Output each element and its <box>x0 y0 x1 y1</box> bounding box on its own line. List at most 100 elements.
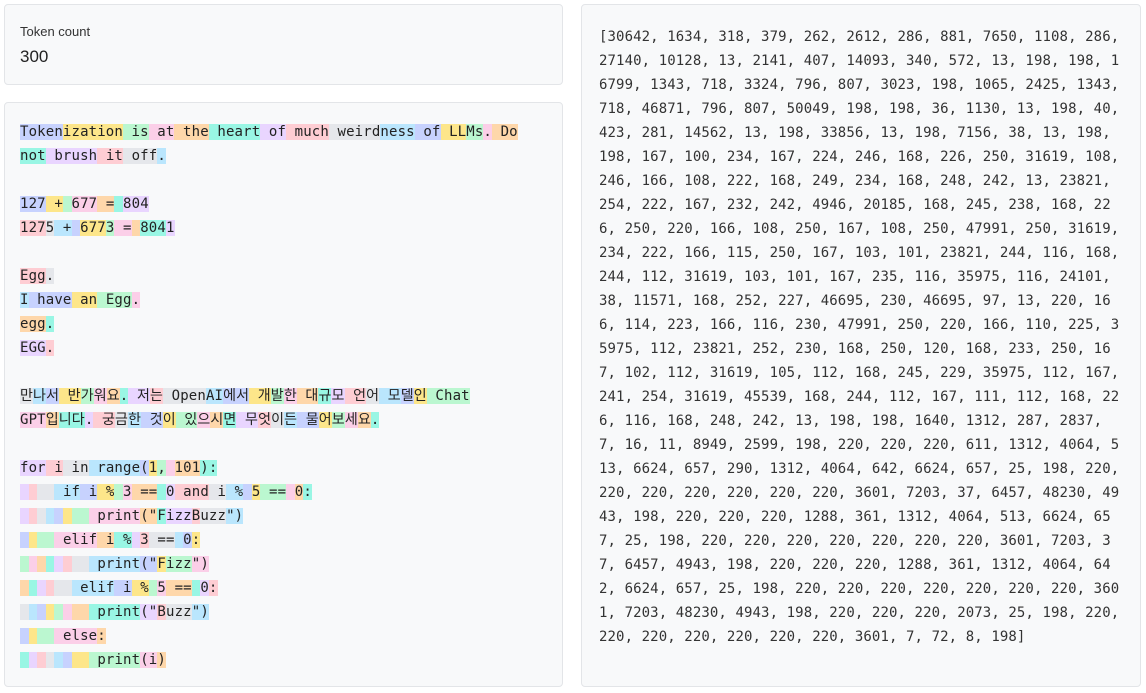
token: and <box>174 484 209 500</box>
token: ") <box>191 604 209 620</box>
token: 이 <box>162 412 176 428</box>
token: off <box>122 148 158 164</box>
token: ") <box>191 556 209 572</box>
token <box>157 484 166 500</box>
token: in <box>62 460 89 476</box>
token: 입 <box>45 412 59 428</box>
token: 발 <box>270 388 284 404</box>
token: 인 <box>413 388 427 404</box>
token: = <box>114 220 132 236</box>
token: print <box>88 604 141 620</box>
token: 워 <box>93 388 107 404</box>
token <box>20 628 29 644</box>
token: i <box>208 484 227 500</box>
token: i <box>45 460 63 476</box>
token: the <box>174 124 209 140</box>
token <box>71 652 89 668</box>
token-count-value: 300 <box>20 47 49 66</box>
token: i <box>97 532 115 548</box>
token: % <box>226 484 244 500</box>
token: print <box>88 652 141 668</box>
token <box>54 652 63 668</box>
token: 3 <box>140 532 149 548</box>
token <box>71 604 89 620</box>
token <box>71 220 81 236</box>
token: . <box>370 412 380 428</box>
token <box>37 628 55 644</box>
token: egg <box>20 316 46 332</box>
token: i <box>114 580 132 596</box>
token <box>37 484 55 500</box>
token: = <box>97 196 115 212</box>
token: : <box>303 484 312 500</box>
token: 나 <box>33 388 47 404</box>
token: 가 <box>80 388 94 404</box>
token: 니다 <box>58 412 85 428</box>
token <box>54 604 63 620</box>
token: == <box>165 580 192 596</box>
token: EGG <box>20 340 46 356</box>
token: (" <box>140 508 158 524</box>
token: . <box>483 124 493 140</box>
token: heart <box>208 124 261 140</box>
token: i <box>80 484 98 500</box>
token: 1 <box>165 220 175 236</box>
token: + <box>54 220 72 236</box>
token: Do <box>492 124 518 140</box>
token: 무 <box>236 412 259 428</box>
token: 127 <box>20 196 46 212</box>
token <box>54 508 63 524</box>
token: of <box>260 124 287 140</box>
token-ids-panel: [30642, 1634, 318, 379, 262, 2612, 286, … <box>581 4 1141 687</box>
token: F <box>157 508 166 524</box>
token: : <box>191 532 201 548</box>
token: LL <box>440 124 467 140</box>
token <box>131 220 141 236</box>
token <box>37 532 55 548</box>
tokenized-text[interactable]: Tokenization is at the heart of much wei… <box>20 120 549 672</box>
token: 시 <box>210 412 224 428</box>
token: is <box>122 124 149 140</box>
token: , <box>157 460 166 476</box>
token-count-label: Token count <box>20 24 91 39</box>
token: 804 <box>140 220 166 236</box>
token: 는 <box>150 388 164 404</box>
token <box>243 484 252 500</box>
token: uzz <box>165 604 192 620</box>
token: 개 <box>249 388 271 404</box>
token <box>62 556 72 572</box>
token: at <box>148 124 175 140</box>
token: else <box>54 628 98 644</box>
token: 한 <box>283 388 297 404</box>
token: % <box>97 484 115 500</box>
token: 요 <box>357 412 371 428</box>
token: 804 <box>123 196 149 212</box>
token: ) <box>157 652 166 668</box>
token: 세 <box>344 412 358 428</box>
token <box>71 556 89 572</box>
token <box>71 508 89 524</box>
token: brush <box>45 148 98 164</box>
token-ids-text[interactable]: [30642, 1634, 318, 379, 262, 2612, 286, … <box>599 25 1126 649</box>
token: Token <box>20 124 63 140</box>
token <box>28 532 38 548</box>
token: . <box>45 340 55 356</box>
token: 이 <box>271 412 285 428</box>
token: . <box>45 316 55 332</box>
token <box>54 556 63 572</box>
token: print <box>88 508 141 524</box>
token: : <box>97 628 106 644</box>
tokenized-text-panel: Tokenization is at the heart of much wei… <box>4 102 563 687</box>
token: 모 <box>379 388 401 404</box>
token: == <box>131 484 158 500</box>
token <box>20 508 29 524</box>
token: ization <box>62 124 123 140</box>
token: 으 <box>197 412 211 428</box>
token: . <box>157 148 166 164</box>
token <box>62 508 72 524</box>
token: 677 <box>71 196 98 212</box>
token: of <box>414 124 441 140</box>
token: 반 <box>59 388 81 404</box>
token: 3 <box>123 484 132 500</box>
token: 것 <box>141 412 163 428</box>
